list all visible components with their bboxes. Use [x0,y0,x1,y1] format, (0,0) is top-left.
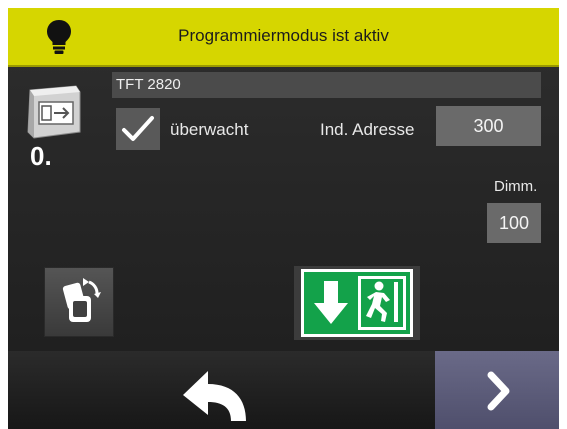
dimm-field[interactable]: 100 [487,203,541,243]
checkmark-icon [122,116,154,141]
back-arrow-icon [183,371,246,421]
chevron-right-icon [487,371,510,411]
device-number: 0. [30,141,52,171]
next-button[interactable] [435,351,559,429]
back-button[interactable] [8,351,435,429]
exit-luminaire-icon [27,85,81,139]
rotate-device-button[interactable] [44,267,114,337]
address-label: Ind. Adresse [320,120,415,139]
exit-sign-button[interactable] [294,266,420,340]
device-name-field[interactable]: TFT 2820 [112,72,541,98]
screen: Programmiermodus ist aktiv 0. TFT 2820 ü… [8,8,559,429]
monitored-checkbox[interactable] [116,108,160,150]
monitored-label: überwacht [170,120,249,139]
page-title: Programmiermodus ist aktiv [178,26,389,45]
address-field[interactable]: 300 [436,106,541,146]
exit-sign-down-icon [301,269,413,337]
footer-bar [8,351,559,429]
dimm-label: Dimm. [494,178,538,195]
rotate-device-icon [62,278,101,322]
status-header: Programmiermodus ist aktiv [8,8,559,67]
